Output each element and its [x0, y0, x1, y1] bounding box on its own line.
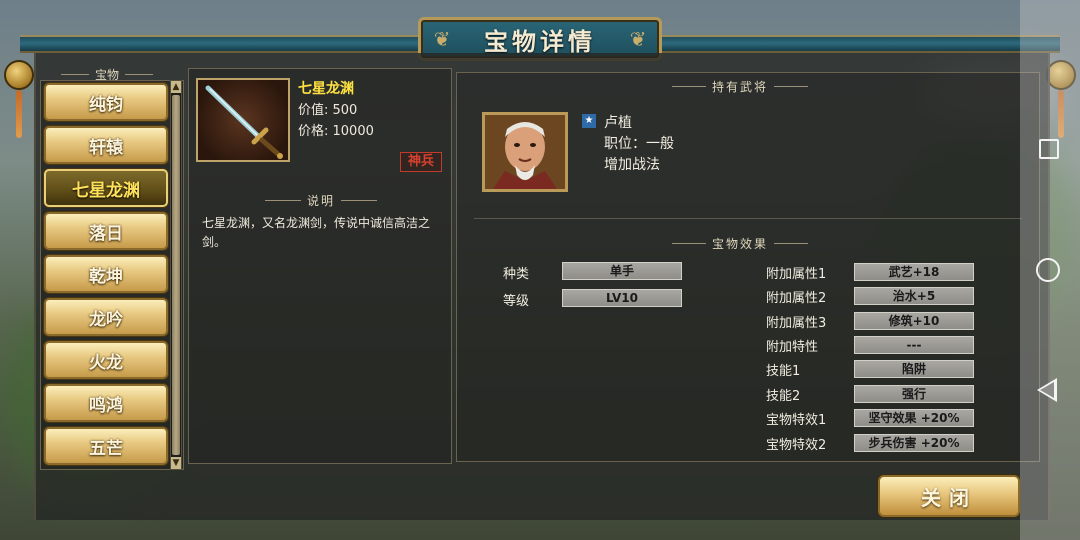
treasure-list-item[interactable]: 龙吟	[44, 298, 168, 336]
back-icon[interactable]	[1037, 378, 1057, 402]
divider	[774, 86, 808, 87]
treasure-list-item-label: 火龙	[89, 352, 123, 373]
divider	[60, 73, 89, 75]
treasure-list-item-label: 轩辕	[89, 137, 123, 158]
treasure-list-item[interactable]: 纯钧	[44, 83, 168, 121]
treasure-price-row: 价格: 10000	[298, 120, 374, 139]
attr-label-level: 等级	[503, 294, 530, 309]
effects-header-label: 宝物效果	[711, 237, 768, 251]
cloud-ornament-icon: ❦	[629, 27, 647, 51]
treasure-list-item-label: 五芒	[89, 438, 123, 459]
price-number: 10000	[332, 124, 374, 139]
treasure-list-item[interactable]: 落日	[44, 212, 168, 250]
divider	[341, 200, 377, 201]
treasure-list-item-label: 纯钧	[89, 94, 123, 115]
treasure-list-item[interactable]: 乾坤	[44, 255, 168, 293]
list-scrollbar[interactable]: ▲ ▼	[170, 80, 182, 470]
treasure-name: 七星龙渊	[298, 81, 354, 97]
position-label: 职位：	[604, 136, 646, 152]
position-value: 一般	[646, 136, 674, 152]
divider	[125, 73, 153, 75]
treasure-list-item-selected[interactable]: 七星龙渊	[44, 169, 168, 207]
description-header-label: 说明	[306, 194, 335, 208]
attr-value-effect1: 坚守效果 +20%	[854, 409, 974, 427]
description-text: 七星龙渊，又名龙渊剑，传说中诚信高洁之剑。	[202, 216, 431, 249]
treasure-list-item-label: 鸣鸿	[89, 395, 123, 416]
attr-label-trait: 附加特性	[766, 340, 819, 355]
treasure-list-item[interactable]: 鸣鸿	[44, 384, 168, 422]
treasure-list-item[interactable]: 火龙	[44, 341, 168, 379]
divider	[474, 218, 1022, 219]
divider	[774, 243, 808, 244]
treasure-list-item-label: 龙吟	[89, 309, 123, 330]
divider	[671, 86, 706, 87]
holder-header: 持有武将	[660, 78, 820, 95]
close-button[interactable]: 关闭	[878, 475, 1020, 517]
attr-label-bonus2: 附加属性2	[766, 291, 827, 306]
treasure-list-item-label: 乾坤	[89, 266, 123, 287]
sword-icon	[205, 85, 283, 159]
price-label: 价格:	[298, 124, 333, 139]
divider	[264, 200, 301, 201]
sword-image	[196, 78, 290, 162]
recent-apps-icon[interactable]	[1039, 139, 1059, 159]
attr-label-skill2: 技能2	[766, 389, 801, 404]
general-position-row: 职位：一般	[604, 133, 674, 153]
attr-label-type: 种类	[503, 267, 530, 282]
scroll-knob-icon	[4, 60, 34, 90]
treasure-list-item-label: 七星龙渊	[72, 180, 140, 201]
attr-value-bonus3: 修筑+10	[854, 312, 974, 330]
page-title: 宝物详情	[484, 27, 596, 56]
value-number: 500	[332, 103, 358, 118]
general-portrait[interactable]	[482, 112, 568, 192]
general-tactic: 增加战法	[604, 157, 660, 173]
home-icon[interactable]	[1036, 258, 1060, 282]
attr-label-effect2: 宝物特效2	[766, 438, 827, 453]
attr-value-level: LV10	[562, 289, 682, 307]
value-label: 价值:	[298, 103, 333, 118]
effects-header: 宝物效果	[660, 235, 820, 252]
scroll-up-icon[interactable]: ▲	[171, 81, 181, 93]
treasure-value-row: 价值: 500	[298, 99, 357, 118]
portrait-face-icon	[485, 115, 565, 189]
treasure-list-item[interactable]: 五芒	[44, 427, 168, 465]
rank-stamp: 神兵	[400, 152, 442, 172]
holder-header-label: 持有武将	[711, 80, 768, 94]
attr-label-skill1: 技能1	[766, 364, 801, 379]
scroll-down-icon[interactable]: ▼	[171, 457, 181, 469]
tassel-icon	[16, 90, 22, 138]
treasure-list-item-label: 落日	[89, 223, 123, 244]
cloud-ornament-icon: ❦	[433, 27, 451, 51]
attr-label-bonus3: 附加属性3	[766, 316, 827, 331]
divider	[671, 243, 706, 244]
description-header: 说明	[196, 192, 446, 209]
attr-label-bonus1: 附加属性1	[766, 267, 827, 282]
treasure-list-item[interactable]: 轩辕	[44, 126, 168, 164]
attr-label-effect1: 宝物特效1	[766, 413, 827, 428]
general-type-icon: ★	[582, 114, 596, 128]
attr-value-trait: ---	[854, 336, 974, 354]
attr-value-bonus2: 治水+5	[854, 287, 974, 305]
attr-value-skill2: 强行	[854, 385, 974, 403]
attr-value-effect2: 步兵伤害 +20%	[854, 434, 974, 452]
attr-value-skill1: 陷阱	[854, 360, 974, 378]
scroll-thumb[interactable]	[172, 95, 180, 455]
attr-value-type: 单手	[562, 262, 682, 280]
attr-value-bonus1: 武艺+18	[854, 263, 974, 281]
general-name: 卢植	[604, 115, 632, 131]
